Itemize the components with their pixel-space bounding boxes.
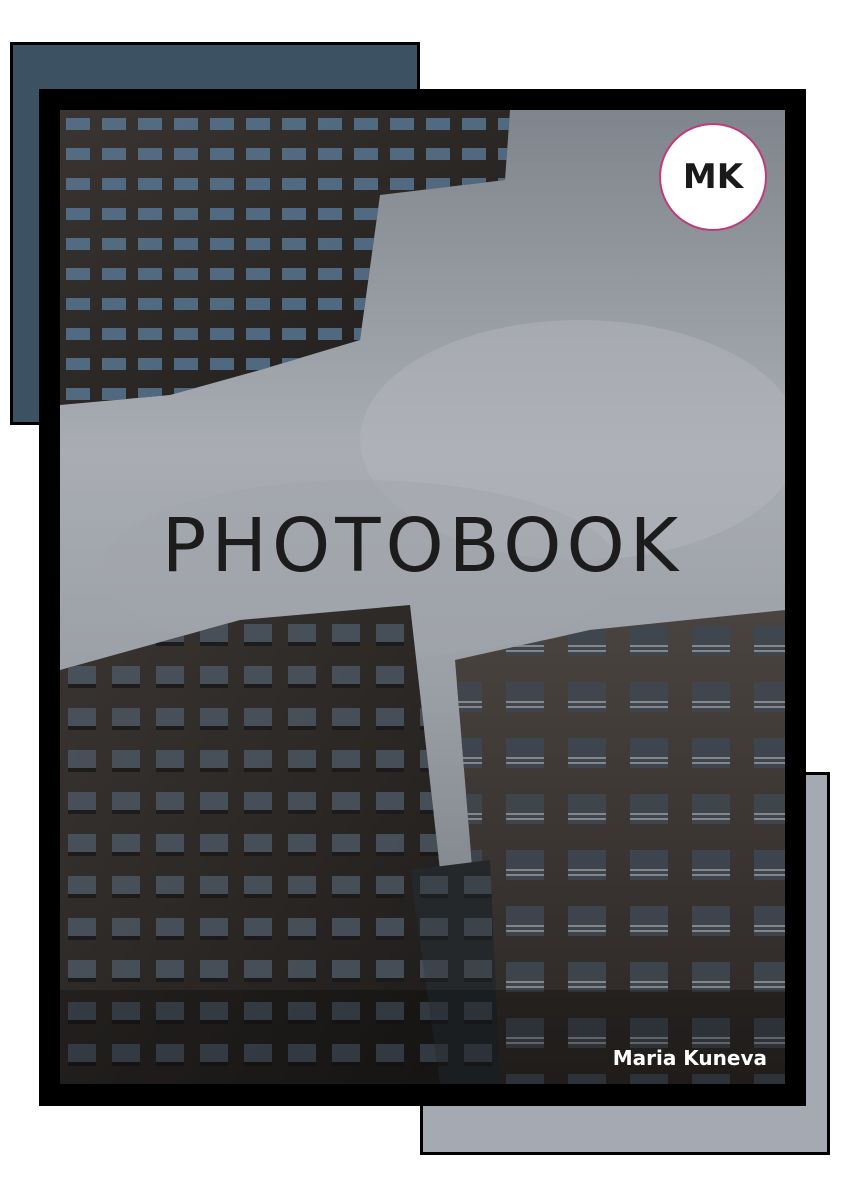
cover-title: PHOTOBOOK <box>161 503 684 589</box>
cover-photo: MK PHOTOBOOK Maria Kuneva <box>60 110 785 1084</box>
cover-frame: MK PHOTOBOOK Maria Kuneva <box>39 89 806 1106</box>
monogram-text: MK <box>682 157 744 197</box>
building-facades-icon <box>60 110 785 1084</box>
author-name: Maria Kuneva <box>612 1046 767 1070</box>
monogram-badge: MK <box>659 123 767 231</box>
